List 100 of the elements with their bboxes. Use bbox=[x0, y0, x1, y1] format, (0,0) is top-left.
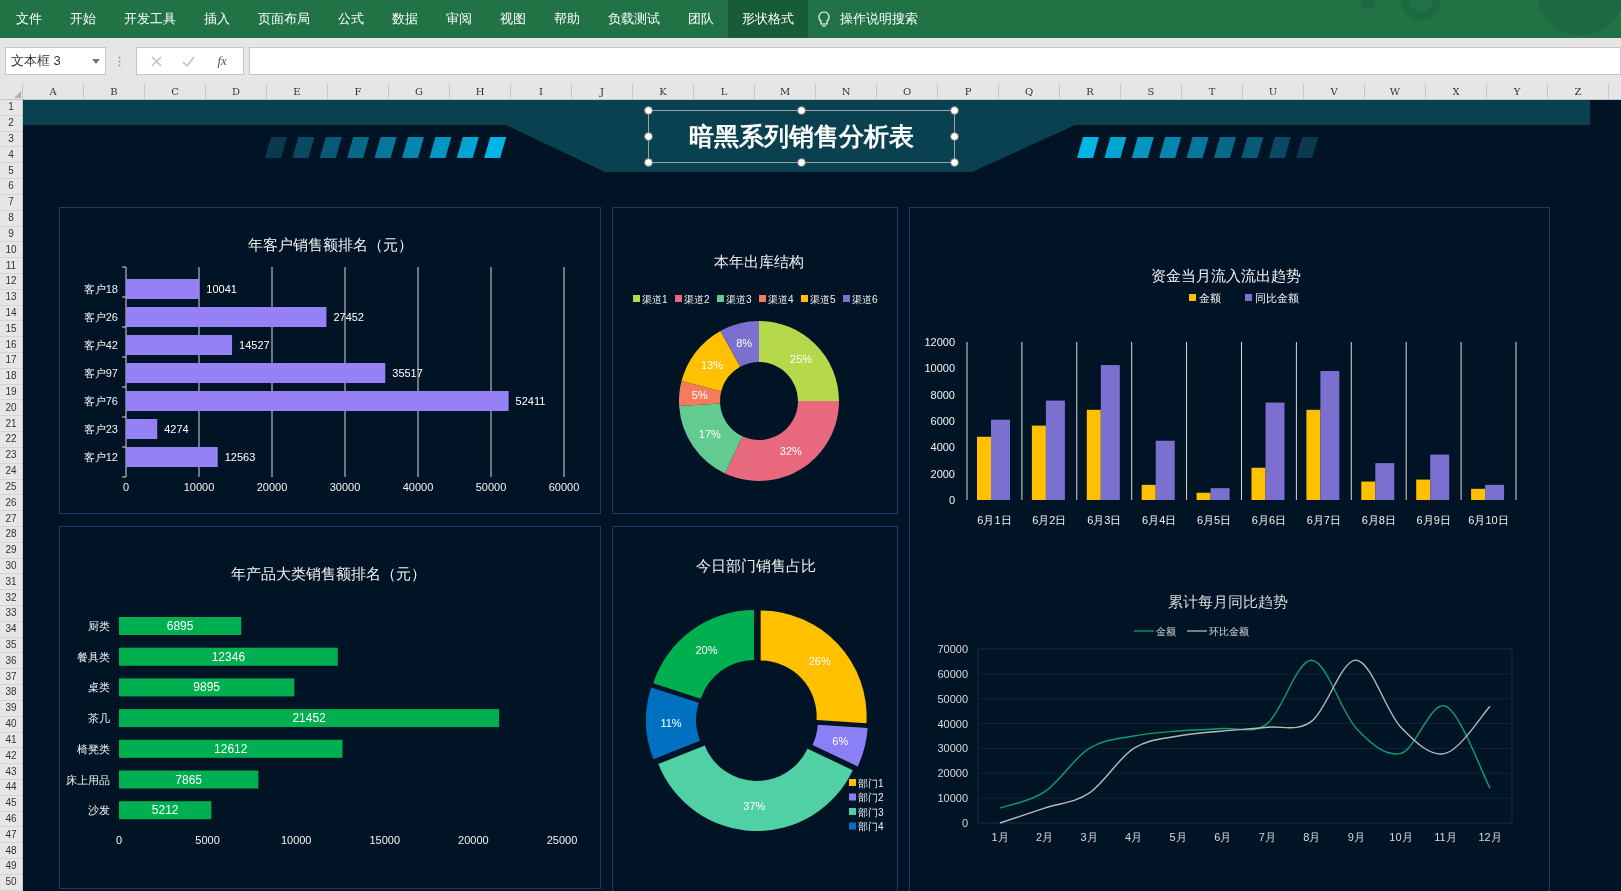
resize-handle[interactable] bbox=[644, 132, 653, 141]
resize-handle[interactable] bbox=[797, 106, 806, 115]
row-header[interactable]: 16 bbox=[0, 337, 22, 353]
row-header[interactable]: 35 bbox=[0, 637, 22, 654]
row-header[interactable]: 31 bbox=[0, 574, 22, 591]
column-header[interactable]: S bbox=[1121, 84, 1182, 99]
resize-handle[interactable] bbox=[797, 158, 806, 167]
check-icon[interactable] bbox=[182, 55, 196, 67]
row-header[interactable]: 5 bbox=[0, 163, 22, 180]
column-header[interactable]: P bbox=[938, 84, 999, 99]
row-header[interactable]: 11 bbox=[0, 258, 22, 274]
formula-field[interactable] bbox=[249, 47, 1621, 75]
column-header[interactable]: M bbox=[755, 84, 816, 99]
row-header[interactable]: 14 bbox=[0, 305, 22, 322]
row-header[interactable]: 25 bbox=[0, 479, 22, 496]
row-header[interactable]: 24 bbox=[0, 463, 22, 480]
row-header[interactable]: 39 bbox=[0, 700, 22, 717]
column-header[interactable]: Y bbox=[1487, 84, 1548, 99]
column-header[interactable]: B bbox=[84, 84, 145, 99]
tell-me-search[interactable]: 操作说明搜索 bbox=[818, 9, 918, 29]
row-header[interactable]: 7 bbox=[0, 194, 22, 211]
column-header[interactable]: X bbox=[1426, 84, 1487, 99]
name-box[interactable]: 文本框 3 bbox=[5, 47, 106, 75]
row-header[interactable]: 50 bbox=[0, 874, 22, 891]
row-header[interactable]: 4 bbox=[0, 147, 22, 164]
ribbon-tab[interactable]: 页面布局 bbox=[244, 0, 324, 38]
ribbon-tab[interactable]: 负载测试 bbox=[594, 0, 674, 38]
row-header[interactable]: 32 bbox=[0, 590, 22, 606]
row-header[interactable]: 43 bbox=[0, 764, 22, 780]
row-header[interactable]: 37 bbox=[0, 669, 22, 686]
ribbon-tab[interactable]: 视图 bbox=[486, 0, 540, 38]
column-header[interactable]: O bbox=[877, 84, 938, 99]
row-header[interactable]: 48 bbox=[0, 843, 22, 859]
ribbon-tab[interactable]: 文件 bbox=[2, 0, 56, 38]
row-header[interactable]: 38 bbox=[0, 685, 22, 701]
ribbon-tab[interactable]: 开始 bbox=[56, 0, 110, 38]
column-header[interactable]: W bbox=[1365, 84, 1426, 99]
column-header[interactable]: A bbox=[23, 84, 84, 99]
resize-handle[interactable] bbox=[950, 132, 959, 141]
row-header[interactable]: 15 bbox=[0, 321, 22, 338]
row-header[interactable]: 40 bbox=[0, 716, 22, 733]
column-header[interactable]: U bbox=[1243, 84, 1304, 99]
row-header[interactable]: 29 bbox=[0, 542, 22, 559]
row-header[interactable]: 22 bbox=[0, 432, 22, 448]
vertical-dots-icon[interactable] bbox=[118, 56, 121, 67]
column-header[interactable]: F bbox=[328, 84, 389, 99]
column-header[interactable]: J bbox=[572, 84, 633, 99]
resize-handle[interactable] bbox=[950, 106, 959, 115]
column-header[interactable]: K bbox=[633, 84, 694, 99]
column-header[interactable]: Z bbox=[1548, 84, 1609, 99]
row-header[interactable]: 36 bbox=[0, 653, 22, 670]
ribbon-tab[interactable]: 形状格式 bbox=[728, 0, 808, 38]
insert-function-button[interactable]: fx bbox=[215, 51, 229, 71]
column-header[interactable]: T bbox=[1182, 84, 1243, 99]
column-header[interactable]: D bbox=[206, 84, 267, 99]
ribbon-tab[interactable]: 团队 bbox=[674, 0, 728, 38]
row-header[interactable]: 34 bbox=[0, 621, 22, 638]
row-header[interactable]: 12 bbox=[0, 273, 22, 290]
column-header[interactable]: V bbox=[1304, 84, 1365, 99]
column-header[interactable]: Q bbox=[999, 84, 1060, 99]
row-header[interactable]: 13 bbox=[0, 289, 22, 306]
ribbon-tab[interactable]: 公式 bbox=[324, 0, 378, 38]
row-header[interactable]: 49 bbox=[0, 859, 22, 875]
row-header[interactable]: 2 bbox=[0, 115, 22, 132]
row-header[interactable]: 26 bbox=[0, 495, 22, 512]
row-header[interactable]: 21 bbox=[0, 416, 22, 433]
ribbon-tab[interactable]: 数据 bbox=[378, 0, 432, 38]
column-header[interactable]: C bbox=[145, 84, 206, 99]
column-header[interactable]: H bbox=[450, 84, 511, 99]
row-header[interactable]: 30 bbox=[0, 558, 22, 575]
row-header[interactable]: 20 bbox=[0, 400, 22, 417]
ribbon-tab[interactable]: 插入 bbox=[190, 0, 244, 38]
ribbon-tab[interactable]: 开发工具 bbox=[110, 0, 190, 38]
row-header[interactable]: 44 bbox=[0, 779, 22, 796]
row-header[interactable]: 28 bbox=[0, 526, 22, 543]
row-header[interactable]: 46 bbox=[0, 811, 22, 828]
row-header[interactable]: 19 bbox=[0, 384, 22, 401]
column-header[interactable]: R bbox=[1060, 84, 1121, 99]
resize-handle[interactable] bbox=[950, 158, 959, 167]
row-header[interactable]: 17 bbox=[0, 353, 22, 369]
row-header[interactable]: 42 bbox=[0, 748, 22, 765]
row-header[interactable]: 9 bbox=[0, 226, 22, 243]
row-header[interactable]: 33 bbox=[0, 606, 22, 622]
row-header[interactable]: 45 bbox=[0, 795, 22, 812]
row-header[interactable]: 3 bbox=[0, 131, 22, 148]
ribbon-tab[interactable]: 帮助 bbox=[540, 0, 594, 38]
column-header[interactable]: G bbox=[389, 84, 450, 99]
row-header[interactable]: 10 bbox=[0, 242, 22, 259]
row-header[interactable]: 27 bbox=[0, 511, 22, 527]
row-header[interactable]: 41 bbox=[0, 732, 22, 749]
row-header[interactable]: 23 bbox=[0, 447, 22, 464]
row-header[interactable]: 1 bbox=[0, 100, 22, 116]
resize-handle[interactable] bbox=[644, 158, 653, 167]
resize-handle[interactable] bbox=[644, 106, 653, 115]
row-header[interactable]: 8 bbox=[0, 210, 22, 227]
row-header[interactable]: 47 bbox=[0, 827, 22, 844]
row-header[interactable]: 6 bbox=[0, 179, 22, 195]
column-header[interactable]: L bbox=[694, 84, 755, 99]
ribbon-tab[interactable]: 审阅 bbox=[432, 0, 486, 38]
column-header[interactable]: I bbox=[511, 84, 572, 99]
